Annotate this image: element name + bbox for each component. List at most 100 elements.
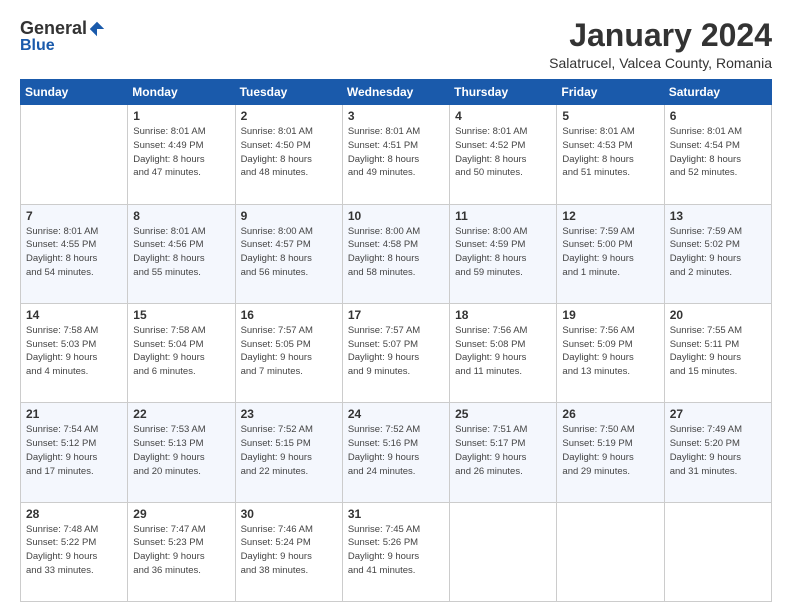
day-number: 12 — [562, 209, 658, 223]
day-number: 8 — [133, 209, 229, 223]
calendar-cell: 24 Sunrise: 7:52 AM Sunset: 5:16 PM Dayli… — [342, 403, 449, 502]
day-number: 11 — [455, 209, 551, 223]
day-info: Sunrise: 8:00 AM Sunset: 4:59 PM Dayligh… — [455, 225, 551, 280]
day-number: 22 — [133, 407, 229, 421]
calendar-cell: 8Sunrise: 8:01 AM Sunset: 4:56 PM Daylig… — [128, 204, 235, 303]
logo-blue: Blue — [20, 37, 55, 55]
calendar-cell: 16Sunrise: 7:57 AM Sunset: 5:05 PM Dayli… — [235, 303, 342, 402]
calendar-cell: 19 Sunrise: 7:56 AM Sunset: 5:09 PM Dayli… — [557, 303, 664, 402]
calendar-cell: 5Sunrise: 8:01 AM Sunset: 4:53 PM Daylig… — [557, 105, 664, 204]
page: General Blue January 2024 Salatrucel, Va… — [0, 0, 792, 612]
day-number: 2 — [241, 109, 337, 123]
calendar-cell: 18 Sunrise: 7:56 AM Sunset: 5:08 PM Dayli… — [450, 303, 557, 402]
day-info: Sunrise: 8:01 AM Sunset: 4:55 PM Dayligh… — [26, 225, 122, 280]
day-info: Sunrise: 7:46 AM Sunset: 5:24 PM Dayligh… — [241, 523, 337, 578]
day-number: 18 — [455, 308, 551, 322]
calendar-week-3: 14Sunrise: 7:58 AM Sunset: 5:03 PM Dayli… — [21, 303, 772, 402]
calendar-cell: 20 Sunrise: 7:55 AM Sunset: 5:11 PM Dayli… — [664, 303, 771, 402]
day-info: Sunrise: 7:52 AM Sunset: 5:15 PM Dayligh… — [241, 423, 337, 478]
calendar-cell — [557, 502, 664, 601]
calendar-cell: 27Sunrise: 7:49 AM Sunset: 5:20 PM Dayli… — [664, 403, 771, 502]
day-info: Sunrise: 7:56 AM Sunset: 5:09 PM Dayligh… — [562, 324, 658, 379]
day-number: 13 — [670, 209, 766, 223]
day-info: Sunrise: 8:01 AM Sunset: 4:53 PM Dayligh… — [562, 125, 658, 180]
logo: General Blue — [20, 18, 106, 55]
header: General Blue January 2024 Salatrucel, Va… — [20, 18, 772, 71]
calendar-cell: 26 Sunrise: 7:50 AM Sunset: 5:19 PM Dayli… — [557, 403, 664, 502]
calendar-cell: 7 Sunrise: 8:01 AM Sunset: 4:55 PM Daylig… — [21, 204, 128, 303]
day-number: 23 — [241, 407, 337, 421]
calendar-cell: 28 Sunrise: 7:48 AM Sunset: 5:22 PM Dayli… — [21, 502, 128, 601]
day-info: Sunrise: 7:55 AM Sunset: 5:11 PM Dayligh… — [670, 324, 766, 379]
day-info: Sunrise: 8:01 AM Sunset: 4:51 PM Dayligh… — [348, 125, 444, 180]
calendar-cell — [450, 502, 557, 601]
day-info: Sunrise: 7:58 AM Sunset: 5:04 PM Dayligh… — [133, 324, 229, 379]
calendar-cell: 1Sunrise: 8:01 AM Sunset: 4:49 PM Daylig… — [128, 105, 235, 204]
weekday-header-wednesday: Wednesday — [342, 80, 449, 105]
day-number: 6 — [670, 109, 766, 123]
subtitle: Salatrucel, Valcea County, Romania — [549, 55, 772, 71]
weekday-header-friday: Friday — [557, 80, 664, 105]
day-number: 20 — [670, 308, 766, 322]
day-number: 3 — [348, 109, 444, 123]
day-number: 19 — [562, 308, 658, 322]
day-number: 17 — [348, 308, 444, 322]
day-info: Sunrise: 7:59 AM Sunset: 5:02 PM Dayligh… — [670, 225, 766, 280]
day-info: Sunrise: 7:59 AM Sunset: 5:00 PM Dayligh… — [562, 225, 658, 280]
day-number: 15 — [133, 308, 229, 322]
weekday-header-monday: Monday — [128, 80, 235, 105]
day-number: 10 — [348, 209, 444, 223]
day-info: Sunrise: 7:50 AM Sunset: 5:19 PM Dayligh… — [562, 423, 658, 478]
weekday-header-tuesday: Tuesday — [235, 80, 342, 105]
calendar-cell: 23 Sunrise: 7:52 AM Sunset: 5:15 PM Dayli… — [235, 403, 342, 502]
calendar-cell: 17 Sunrise: 7:57 AM Sunset: 5:07 PM Dayli… — [342, 303, 449, 402]
day-info: Sunrise: 7:58 AM Sunset: 5:03 PM Dayligh… — [26, 324, 122, 379]
day-info: Sunrise: 7:49 AM Sunset: 5:20 PM Dayligh… — [670, 423, 766, 478]
day-info: Sunrise: 7:57 AM Sunset: 5:05 PM Dayligh… — [241, 324, 337, 379]
day-info: Sunrise: 7:54 AM Sunset: 5:12 PM Dayligh… — [26, 423, 122, 478]
day-number: 7 — [26, 209, 122, 223]
day-info: Sunrise: 7:47 AM Sunset: 5:23 PM Dayligh… — [133, 523, 229, 578]
calendar-cell: 13 Sunrise: 7:59 AM Sunset: 5:02 PM Dayli… — [664, 204, 771, 303]
day-number: 26 — [562, 407, 658, 421]
day-info: Sunrise: 7:56 AM Sunset: 5:08 PM Dayligh… — [455, 324, 551, 379]
calendar-table: SundayMondayTuesdayWednesdayThursdayFrid… — [20, 79, 772, 602]
day-info: Sunrise: 8:01 AM Sunset: 4:50 PM Dayligh… — [241, 125, 337, 180]
weekday-header-sunday: Sunday — [21, 80, 128, 105]
day-info: Sunrise: 7:57 AM Sunset: 5:07 PM Dayligh… — [348, 324, 444, 379]
calendar-cell: 22Sunrise: 7:53 AM Sunset: 5:13 PM Dayli… — [128, 403, 235, 502]
calendar-cell: 25 Sunrise: 7:51 AM Sunset: 5:17 PM Dayli… — [450, 403, 557, 502]
calendar-cell: 9Sunrise: 8:00 AM Sunset: 4:57 PM Daylig… — [235, 204, 342, 303]
weekday-header-thursday: Thursday — [450, 80, 557, 105]
day-info: Sunrise: 7:45 AM Sunset: 5:26 PM Dayligh… — [348, 523, 444, 578]
calendar-cell: 12 Sunrise: 7:59 AM Sunset: 5:00 PM Dayli… — [557, 204, 664, 303]
calendar-cell — [664, 502, 771, 601]
day-number: 4 — [455, 109, 551, 123]
calendar-cell: 31 Sunrise: 7:45 AM Sunset: 5:26 PM Dayli… — [342, 502, 449, 601]
day-info: Sunrise: 7:52 AM Sunset: 5:16 PM Dayligh… — [348, 423, 444, 478]
calendar-week-2: 7 Sunrise: 8:01 AM Sunset: 4:55 PM Daylig… — [21, 204, 772, 303]
calendar-cell: 10 Sunrise: 8:00 AM Sunset: 4:58 PM Dayli… — [342, 204, 449, 303]
calendar-cell: 30 Sunrise: 7:46 AM Sunset: 5:24 PM Dayli… — [235, 502, 342, 601]
day-number: 28 — [26, 507, 122, 521]
day-number: 1 — [133, 109, 229, 123]
weekday-header-saturday: Saturday — [664, 80, 771, 105]
day-info: Sunrise: 8:00 AM Sunset: 4:58 PM Dayligh… — [348, 225, 444, 280]
month-title: January 2024 — [549, 18, 772, 53]
day-number: 30 — [241, 507, 337, 521]
day-number: 25 — [455, 407, 551, 421]
day-number: 31 — [348, 507, 444, 521]
day-number: 21 — [26, 407, 122, 421]
day-info: Sunrise: 7:48 AM Sunset: 5:22 PM Dayligh… — [26, 523, 122, 578]
calendar-cell: 21 Sunrise: 7:54 AM Sunset: 5:12 PM Dayli… — [21, 403, 128, 502]
day-number: 9 — [241, 209, 337, 223]
calendar-week-4: 21 Sunrise: 7:54 AM Sunset: 5:12 PM Dayli… — [21, 403, 772, 502]
day-info: Sunrise: 7:51 AM Sunset: 5:17 PM Dayligh… — [455, 423, 551, 478]
logo-icon — [88, 20, 106, 38]
calendar-cell: 15 Sunrise: 7:58 AM Sunset: 5:04 PM Dayli… — [128, 303, 235, 402]
calendar-week-1: 1Sunrise: 8:01 AM Sunset: 4:49 PM Daylig… — [21, 105, 772, 204]
weekday-header-row: SundayMondayTuesdayWednesdayThursdayFrid… — [21, 80, 772, 105]
day-number: 24 — [348, 407, 444, 421]
title-block: January 2024 Salatrucel, Valcea County, … — [549, 18, 772, 71]
logo-general: General — [20, 18, 87, 39]
